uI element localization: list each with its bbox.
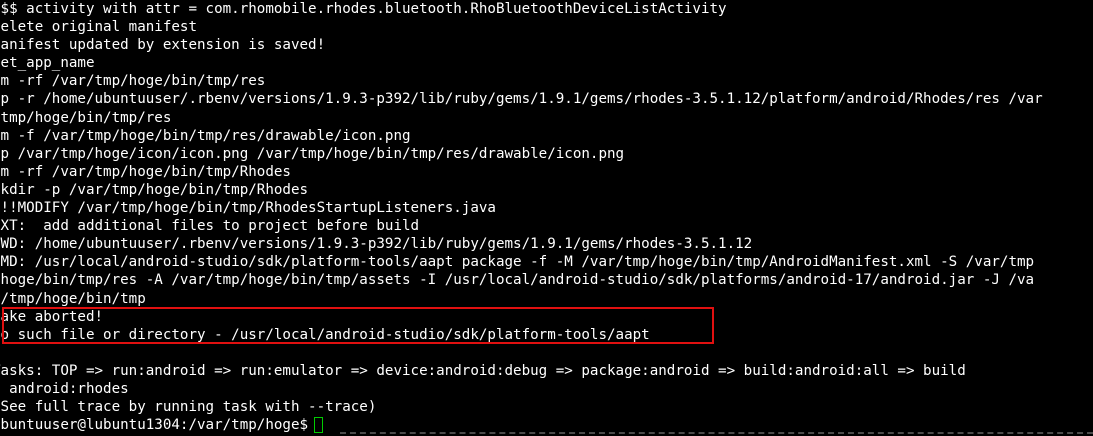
output-line: /hoge/bin/tmp/res -A /var/tmp/hoge/bin/t… — [0, 272, 1035, 289]
error-line-no-such-file: No such file or directory - /usr/local/a… — [0, 326, 650, 343]
output-line: cp -r /home/ubuntuuser/.rbenv/versions/1… — [0, 91, 1043, 108]
output-line: PWD: /home/ubuntuuser/.rbenv/versions/1.… — [0, 236, 753, 253]
output-line: set_app_name — [0, 55, 95, 72]
output-line: r/tmp/hoge/bin/tmp — [0, 290, 146, 307]
terminal-window[interactable]: $$$ activity with attr = com.rhomobile.r… — [0, 0, 1093, 436]
output-line: $$$ activity with attr = com.rhomobile.r… — [0, 1, 727, 17]
output-line: (See full trace by running task with --t… — [0, 399, 377, 416]
error-line-aborted: rake aborted! — [0, 308, 104, 325]
terminal-output: $$$ activity with attr = com.rhomobile.r… — [0, 0, 1043, 434]
prompt-text: ubuntuuser@lubuntu1304:/var/tmp/hoge$ — [0, 417, 309, 434]
output-line: /tmp/hoge/bin/tmp/res — [0, 109, 172, 126]
output-line: Tasks: TOP => run:android => run:emulato… — [0, 362, 966, 379]
output-line: EXT: add additional files to project bef… — [0, 218, 420, 235]
output-line: rm -rf /var/tmp/hoge/bin/tmp/res — [0, 73, 266, 90]
output-line: CMD: /usr/local/android-studio/sdk/platf… — [0, 254, 1035, 271]
output-line: !!MODIFY /var/tmp/hoge/bin/tmp/RhodesSta… — [0, 200, 496, 217]
output-line: : android:rhodes — [0, 380, 129, 397]
dashed-divider — [340, 432, 1093, 434]
output-line: rm -f /var/tmp/hoge/bin/tmp/res/drawable… — [0, 127, 411, 144]
output-line: Manifest updated by extension is saved! — [0, 37, 326, 54]
output-line: mkdir -p /var/tmp/hoge/bin/tmp/Rhodes — [0, 181, 309, 198]
cursor-icon — [314, 417, 324, 434]
output-line: cp /var/tmp/hoge/icon/icon.png /var/tmp/… — [0, 145, 625, 162]
output-line: delete original manifest — [0, 19, 197, 36]
output-line: rm -rf /var/tmp/hoge/bin/tmp/Rhodes — [0, 163, 291, 180]
